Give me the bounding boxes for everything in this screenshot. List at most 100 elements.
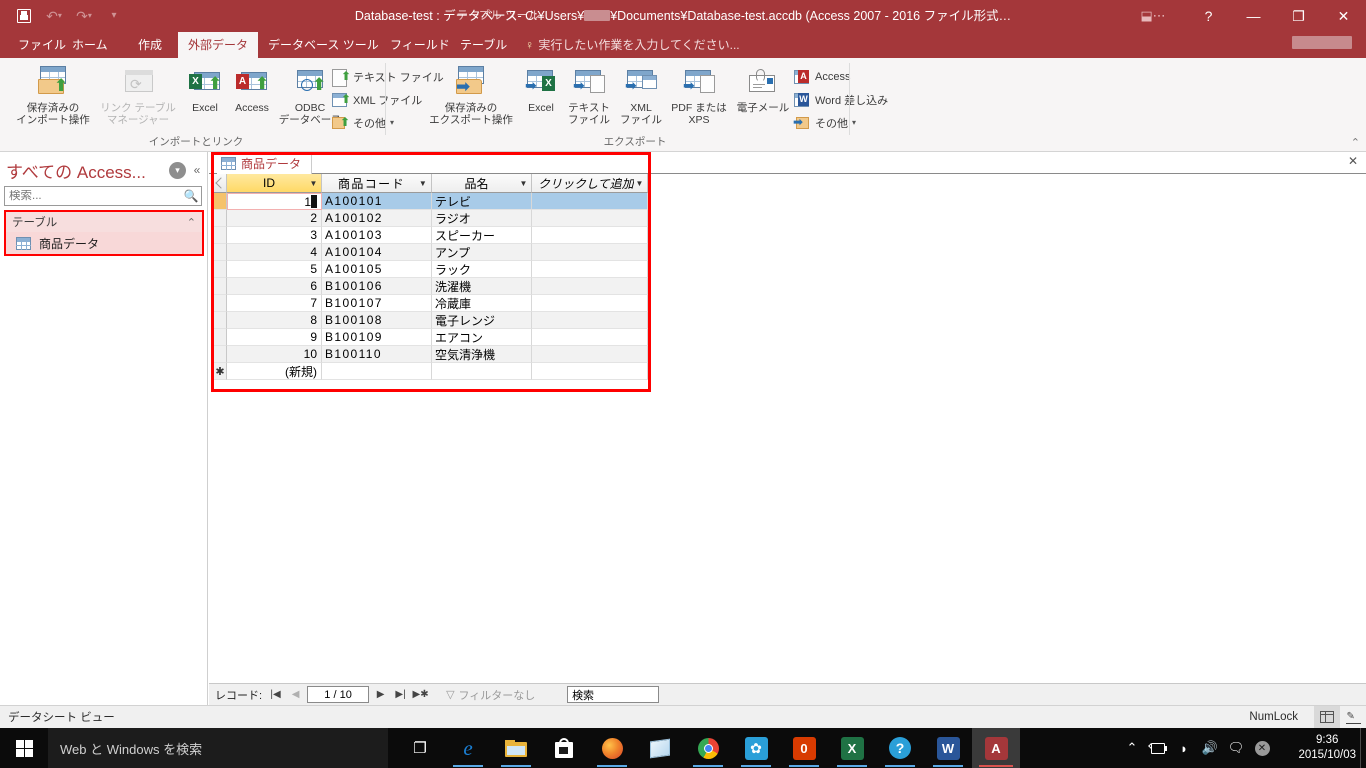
cell-code[interactable]: A100105	[322, 261, 432, 278]
datasheet-search-box[interactable]: 検索	[567, 686, 660, 703]
tab-external-data[interactable]: 外部データ	[178, 32, 259, 58]
help-button[interactable]: ?	[1186, 0, 1231, 32]
export-excel-button[interactable]: ➡ X Excel	[518, 62, 564, 114]
cell-name[interactable]: 洗濯機	[432, 278, 532, 295]
cell-id[interactable]: 8	[227, 312, 322, 329]
previous-record-button[interactable]: ◀	[287, 686, 304, 704]
navigation-search-box[interactable]: 🔍	[4, 186, 202, 206]
next-record-button[interactable]: ▶	[372, 686, 389, 704]
cell-code[interactable]: A100104	[322, 244, 432, 261]
chevron-down-icon[interactable]: ▼	[418, 179, 429, 188]
row-selector[interactable]	[214, 244, 227, 261]
table-row[interactable]: 5 A100105 ラック	[214, 261, 648, 278]
taskbar-app-store[interactable]	[540, 728, 588, 768]
export-xml-file-button[interactable]: ➡ XML ファイル	[614, 62, 668, 126]
cell-add[interactable]	[532, 261, 648, 278]
taskbar-app-word[interactable]: W	[924, 728, 972, 768]
cell-name[interactable]: ラジオ	[432, 210, 532, 227]
taskbar-app-edge[interactable]: e	[444, 728, 492, 768]
taskbar-app-access[interactable]: A	[972, 728, 1020, 768]
cell-code[interactable]: A100102	[322, 210, 432, 227]
minimize-button[interactable]: —	[1231, 0, 1276, 32]
cell-name[interactable]: 電子レンジ	[432, 312, 532, 329]
cell-id[interactable]: 4	[227, 244, 322, 261]
nav-group-header-tables[interactable]: テーブル ⌃	[6, 212, 202, 232]
cell-id[interactable]: 10	[227, 346, 322, 363]
first-record-button[interactable]: |◀	[267, 686, 284, 704]
new-record-row[interactable]: ✱ (新規)	[214, 363, 648, 380]
tab-create[interactable]: 作成	[128, 32, 172, 58]
row-selector[interactable]	[214, 193, 227, 210]
tab-fields[interactable]: フィールド	[380, 32, 460, 58]
taskbar-app-settings[interactable]: ✿	[732, 728, 780, 768]
document-tab-shohin-data[interactable]: 商品データ	[217, 152, 313, 174]
cell-add[interactable]	[532, 193, 648, 210]
taskbar-app-firefox[interactable]	[588, 728, 636, 768]
taskbar-app-sticky-notes[interactable]	[636, 728, 684, 768]
cell-name[interactable]: エアコン	[432, 329, 532, 346]
task-view-icon[interactable]: ❐	[396, 728, 444, 768]
tell-me-search[interactable]: ♀ 実行したい作業を入力してください...	[524, 32, 740, 58]
cell-name[interactable]: テレビ	[432, 193, 532, 210]
search-input[interactable]	[5, 190, 181, 202]
export-pdf-xps-button[interactable]: ➡ PDF または XPS	[666, 62, 732, 126]
export-text-file-button[interactable]: ➡ テキスト ファイル	[562, 62, 616, 126]
cell-code-new[interactable]	[322, 363, 432, 380]
ribbon-tab-strip[interactable]: ファイル ホーム 作成 外部データ データベース ツール フィールド テーブル …	[0, 32, 1366, 58]
show-desktop-button[interactable]	[1360, 728, 1366, 768]
cell-add[interactable]	[532, 346, 648, 363]
chevron-down-icon[interactable]: ▼	[308, 179, 319, 188]
select-all-button[interactable]	[214, 174, 227, 193]
chevron-down-icon[interactable]: ▾	[852, 118, 856, 127]
cell-id-new[interactable]: (新規)	[227, 363, 322, 380]
row-selector[interactable]	[214, 346, 227, 363]
cell-add[interactable]	[532, 295, 648, 312]
taskbar-app-excel[interactable]: X	[828, 728, 876, 768]
export-email-button[interactable]: 電子メール	[732, 62, 794, 114]
cell-name[interactable]: 冷蔵庫	[432, 295, 532, 312]
table-row[interactable]: 7 B100107 冷蔵庫	[214, 295, 648, 312]
cell-id[interactable]: 6	[227, 278, 322, 295]
tab-database-tools[interactable]: データベース ツール	[258, 32, 389, 58]
cell-name-new[interactable]	[432, 363, 532, 380]
cell-id[interactable]: 9	[227, 329, 322, 346]
cell-id[interactable]: 3	[227, 227, 322, 244]
cell-id[interactable]: 5	[227, 261, 322, 278]
action-center-icon[interactable]: 🗨	[1224, 728, 1248, 768]
table-row[interactable]: 3 A100103 スピーカー	[214, 227, 648, 244]
export-access-button[interactable]: A Access	[794, 66, 850, 87]
table-row[interactable]: 8 B100108 電子レンジ	[214, 312, 648, 329]
import-excel-button[interactable]: X ⬆ Excel	[182, 62, 228, 114]
cell-add[interactable]	[532, 210, 648, 227]
cell-code[interactable]: B100107	[322, 295, 432, 312]
sidebar-item-shohin-data[interactable]: 商品データ	[6, 232, 202, 254]
search-icon[interactable]: 🔍	[181, 189, 201, 203]
filter-status[interactable]: ▽ フィルターなし	[442, 686, 558, 704]
cell-add[interactable]	[532, 329, 648, 346]
cell-code[interactable]: A100103	[322, 227, 432, 244]
cell-name[interactable]: ラック	[432, 261, 532, 278]
chevron-up-icon[interactable]: ⌃	[1120, 728, 1144, 768]
error-badge-icon[interactable]: ✕	[1250, 728, 1274, 768]
tab-table[interactable]: テーブル	[450, 32, 517, 58]
cell-code[interactable]: B100109	[322, 329, 432, 346]
current-record-box[interactable]: 1 / 10	[307, 686, 370, 703]
taskbar-clock[interactable]: 9:36 2015/10/03	[1298, 728, 1356, 768]
cell-code[interactable]: B100110	[322, 346, 432, 363]
battery-icon[interactable]	[1146, 728, 1170, 768]
row-selector[interactable]	[214, 312, 227, 329]
saved-imports-button[interactable]: ⬆ 保存済みの インポート操作	[10, 62, 96, 126]
close-button[interactable]: ✕	[1321, 0, 1366, 32]
cell-id[interactable]: 7	[227, 295, 322, 312]
new-record-marker[interactable]: ✱	[214, 363, 227, 380]
restore-button[interactable]: ❐	[1276, 0, 1321, 32]
cell-add[interactable]	[532, 312, 648, 329]
column-header-click-to-add[interactable]: クリックして追加 ▼	[532, 174, 648, 193]
last-record-button[interactable]: ▶|	[392, 686, 409, 704]
navpane-collapse-icon[interactable]: «	[190, 163, 204, 177]
row-selector[interactable]	[214, 278, 227, 295]
saved-exports-button[interactable]: ➡ 保存済みの エクスポート操作	[424, 62, 518, 126]
row-selector[interactable]	[214, 210, 227, 227]
taskbar-app-help[interactable]: ?	[876, 728, 924, 768]
table-row[interactable]: 9 B100109 エアコン	[214, 329, 648, 346]
